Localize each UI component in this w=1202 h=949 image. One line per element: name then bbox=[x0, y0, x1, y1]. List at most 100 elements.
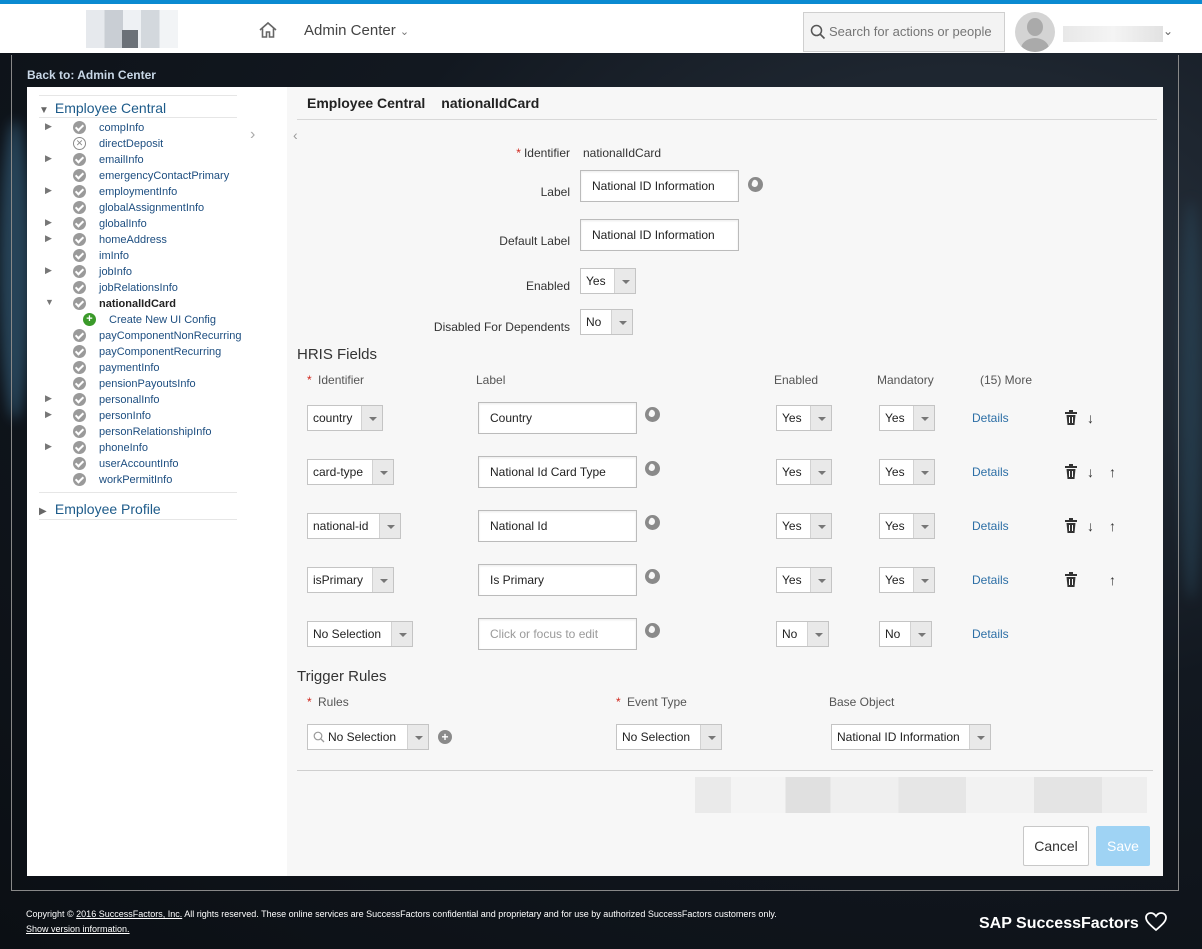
enabled-label: Enabled bbox=[525, 279, 570, 293]
hris-enabled-select[interactable]: Yes bbox=[776, 567, 832, 593]
home-icon[interactable] bbox=[258, 20, 278, 40]
sidebar-section-employee-central[interactable]: ▼ Employee Central bbox=[39, 100, 166, 116]
admin-center-menu[interactable]: Admin Center ⌄ bbox=[304, 22, 409, 39]
check-icon bbox=[73, 185, 86, 198]
section-label: Employee Central bbox=[54, 100, 167, 116]
trash-icon[interactable] bbox=[1064, 464, 1078, 479]
trash-icon[interactable] bbox=[1064, 572, 1078, 587]
hris-enabled-select[interactable]: No bbox=[776, 621, 829, 647]
details-link[interactable]: Details bbox=[972, 573, 1009, 587]
chevron-right-icon[interactable]: › bbox=[250, 126, 255, 144]
sidebar-item-label: payComponentRecurring bbox=[99, 346, 222, 358]
hris-label-input[interactable] bbox=[478, 510, 637, 542]
triangle-right-icon[interactable]: ▶ bbox=[45, 217, 52, 228]
arrow-up-icon[interactable]: ↑ bbox=[1109, 573, 1116, 587]
hris-label-input[interactable] bbox=[478, 618, 637, 650]
hris-identifier-select[interactable]: national-id bbox=[307, 513, 401, 539]
triangle-right-icon[interactable]: ▶ bbox=[45, 233, 52, 244]
globe-icon[interactable] bbox=[645, 407, 660, 422]
add-rule-icon[interactable]: + bbox=[438, 730, 452, 744]
chevron-left-icon[interactable]: ‹ bbox=[293, 127, 298, 143]
dropdown-arrow-icon bbox=[407, 725, 428, 749]
event-type-select[interactable]: No Selection bbox=[616, 724, 722, 750]
hris-mandatory-select[interactable]: Yes bbox=[879, 567, 935, 593]
hris-label-input[interactable] bbox=[478, 402, 637, 434]
check-icon bbox=[73, 233, 86, 246]
trash-icon[interactable] bbox=[1064, 518, 1078, 533]
dropdown-arrow-icon bbox=[810, 568, 831, 592]
sidebar-item-label: personalInfo bbox=[99, 394, 160, 406]
trash-icon[interactable] bbox=[1064, 410, 1078, 425]
show-version-link[interactable]: Show version information. bbox=[26, 924, 130, 934]
disabled-for-dependents-select[interactable]: No bbox=[580, 309, 633, 335]
select-value: No bbox=[885, 627, 901, 641]
triangle-right-icon[interactable]: ▶ bbox=[45, 265, 52, 276]
arrow-down-icon[interactable]: ↓ bbox=[1087, 465, 1094, 479]
triangle-right-icon[interactable]: ▶ bbox=[45, 441, 52, 452]
arrow-up-icon[interactable]: ↑ bbox=[1109, 519, 1116, 533]
arrow-down-icon[interactable]: ↓ bbox=[1087, 519, 1094, 533]
hris-identifier-select[interactable]: isPrimary bbox=[307, 567, 394, 593]
breadcrumb-item: nationalIdCard bbox=[441, 95, 540, 111]
base-object-select[interactable]: National ID Information bbox=[831, 724, 991, 750]
hris-mandatory-select[interactable]: Yes bbox=[879, 405, 935, 431]
triangle-right-icon[interactable]: ▶ bbox=[45, 393, 52, 404]
copyright-text: Copyright © 2016 SuccessFactors, Inc. Al… bbox=[26, 909, 777, 919]
globe-icon[interactable] bbox=[645, 461, 660, 476]
hris-label-input[interactable] bbox=[478, 564, 637, 596]
hris-identifier-select[interactable]: No Selection bbox=[307, 621, 413, 647]
select-value: Yes bbox=[782, 465, 802, 479]
hris-enabled-select[interactable]: Yes bbox=[776, 459, 832, 485]
triangle-right-icon[interactable]: ▶ bbox=[45, 409, 52, 420]
required-marker: * bbox=[516, 146, 521, 160]
select-value: Yes bbox=[782, 411, 802, 425]
breadcrumb-item[interactable]: Employee Central bbox=[307, 95, 425, 111]
globe-icon[interactable] bbox=[645, 623, 660, 638]
triangle-down-icon[interactable]: ▼ bbox=[45, 297, 54, 307]
label-input[interactable] bbox=[580, 170, 739, 202]
save-button[interactable]: Save bbox=[1096, 826, 1150, 866]
copyright-body: All rights reserved. These online servic… bbox=[184, 909, 777, 919]
arrow-up-icon[interactable]: ↑ bbox=[1109, 465, 1116, 479]
globe-icon[interactable] bbox=[645, 515, 660, 530]
successfactors-link[interactable]: 2016 SuccessFactors, Inc. bbox=[76, 909, 182, 919]
company-logo[interactable] bbox=[86, 10, 178, 48]
select-value: No Selection bbox=[313, 627, 382, 641]
sidebar-item-label: compInfo bbox=[99, 122, 145, 134]
search-box[interactable] bbox=[803, 12, 1005, 52]
arrow-down-icon[interactable]: ↓ bbox=[1087, 411, 1094, 425]
hris-identifier-select[interactable]: country bbox=[307, 405, 383, 431]
more-columns-link[interactable]: (15) More bbox=[980, 373, 1032, 387]
hris-enabled-select[interactable]: Yes bbox=[776, 405, 832, 431]
triangle-right-icon[interactable]: ▶ bbox=[45, 121, 52, 132]
hris-mandatory-select[interactable]: Yes bbox=[879, 459, 935, 485]
cancel-button[interactable]: Cancel bbox=[1023, 826, 1089, 866]
triangle-right-icon[interactable]: ▶ bbox=[45, 153, 52, 164]
details-link[interactable]: Details bbox=[972, 465, 1009, 479]
sidebar-item-label: emergencyContactPrimary bbox=[99, 170, 230, 182]
hris-mandatory-select[interactable]: No bbox=[879, 621, 932, 647]
check-icon bbox=[73, 329, 86, 342]
hris-label-input[interactable] bbox=[478, 456, 637, 488]
details-link[interactable]: Details bbox=[972, 627, 1009, 641]
details-link[interactable]: Details bbox=[972, 411, 1009, 425]
globe-icon[interactable] bbox=[645, 569, 660, 584]
rules-select[interactable]: No Selection bbox=[307, 724, 429, 750]
chevron-down-icon: ⌄ bbox=[1163, 24, 1174, 38]
sidebar-section-employee-profile[interactable]: ▶ Employee Profile bbox=[39, 501, 161, 517]
default-label-input[interactable] bbox=[580, 219, 739, 251]
search-input[interactable] bbox=[829, 24, 999, 39]
hris-enabled-select[interactable]: Yes bbox=[776, 513, 832, 539]
globe-icon[interactable] bbox=[748, 177, 763, 192]
user-profile-menu[interactable]: ⌄ bbox=[1015, 12, 1174, 52]
select-value: No bbox=[586, 315, 602, 329]
enabled-select[interactable]: Yes bbox=[580, 268, 636, 294]
triangle-right-icon[interactable]: ▶ bbox=[45, 185, 52, 196]
details-link[interactable]: Details bbox=[972, 519, 1009, 533]
back-to-admin-center-link[interactable]: Back to: Admin Center bbox=[27, 68, 156, 82]
column-header-text: Identifier bbox=[318, 373, 365, 387]
hris-identifier-select[interactable]: card-type bbox=[307, 459, 394, 485]
select-value: Yes bbox=[782, 519, 802, 533]
hris-mandatory-select[interactable]: Yes bbox=[879, 513, 935, 539]
background-decoration bbox=[1180, 200, 1202, 600]
